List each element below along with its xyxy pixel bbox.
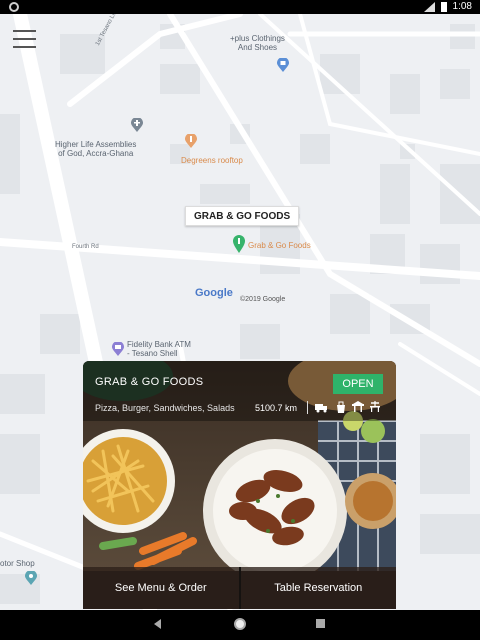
menu-line <box>13 38 36 40</box>
delivery-icon <box>315 404 327 413</box>
map-copyright: ©2019 Google <box>240 296 286 303</box>
google-logo: Google <box>195 287 233 299</box>
restaurant-cuisines: Pizza, Burger, Sandwiches, Salads <box>95 403 235 413</box>
poi-degreens-label: Degreens rooftop <box>181 156 243 165</box>
restaurant-card[interactable]: GRAB & GO FOODS OPEN Pizza, Burger, Sand… <box>83 361 396 609</box>
dine-in-icon <box>352 401 364 412</box>
see-menu-order-button[interactable]: See Menu & Order <box>83 567 239 609</box>
poi-church-label: Higher Life Assemblies of God, Accra-Gha… <box>55 140 137 159</box>
poi-grab-label: Grab & Go Foods <box>248 241 311 250</box>
card-actions: See Menu & Order Table Reservation <box>83 567 396 609</box>
shop-pin-icon[interactable] <box>25 571 37 585</box>
battery-icon <box>440 1 447 12</box>
status-bar: 1:08 <box>0 0 480 14</box>
church-pin-icon[interactable] <box>131 118 143 132</box>
table-reservation-button[interactable]: Table Reservation <box>241 567 397 609</box>
status-icons: 1:08 <box>423 1 472 12</box>
menu-line <box>13 46 36 48</box>
outdoor-seating-icon <box>370 401 380 412</box>
restaurant-distance: 5100.7 km <box>255 403 298 413</box>
notification-icon <box>9 2 19 12</box>
back-icon[interactable] <box>154 619 161 629</box>
road-label-fourth: Fourth Rd <box>72 244 99 250</box>
recent-apps-icon[interactable] <box>316 619 325 628</box>
signal-icon <box>423 1 435 12</box>
takeaway-icon <box>337 401 345 413</box>
bank-pin-icon[interactable] <box>112 342 124 356</box>
selected-place-pin-icon[interactable] <box>233 235 245 253</box>
distance-separator <box>307 401 308 414</box>
clock: 1:08 <box>452 1 472 12</box>
menu-line <box>13 30 36 32</box>
open-status-badge[interactable]: OPEN <box>333 374 383 394</box>
system-nav-bar <box>0 610 480 640</box>
shopping-pin-icon[interactable] <box>277 58 289 72</box>
menu-button[interactable] <box>13 30 36 48</box>
selected-place-callout[interactable]: GRAB & GO FOODS <box>185 206 300 226</box>
poi-clothings-label: +plus Clothings And Shoes <box>230 34 285 53</box>
poi-motor-shop-label: otor Shop <box>0 559 35 568</box>
poi-fidelity-label: Fidelity Bank ATM - Tesano Shell <box>127 340 191 359</box>
home-icon[interactable] <box>234 618 246 630</box>
restaurant-name: GRAB & GO FOODS <box>95 376 204 388</box>
restaurant-pin-icon[interactable] <box>185 134 197 148</box>
